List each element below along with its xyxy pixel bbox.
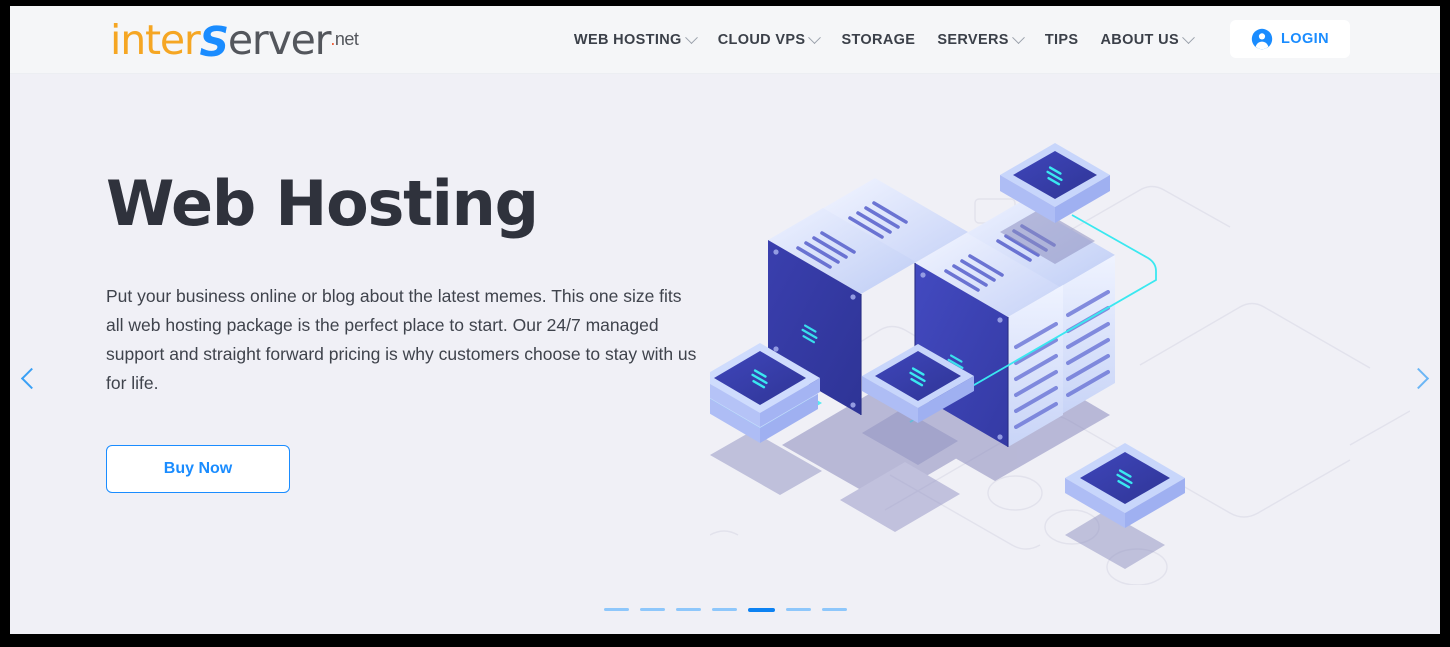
hero-description: Put your business online or blog about t…	[106, 286, 697, 394]
nav-label: SERVERS	[937, 32, 1009, 48]
carousel-dot-6[interactable]	[785, 608, 811, 611]
nav-label: ABOUT US	[1100, 32, 1179, 48]
chevron-left-icon	[20, 367, 43, 389]
chip-lower-right	[1065, 443, 1185, 569]
carousel-next-button[interactable]	[1404, 361, 1438, 395]
login-label: LOGIN	[1281, 31, 1329, 47]
nav-label: WEB HOSTING	[573, 32, 682, 48]
carousel-dot-3[interactable]	[675, 608, 701, 611]
nav-label: TIPS	[1044, 32, 1079, 48]
interserver-logo[interactable]: inter Server. net	[110, 14, 359, 66]
nav-item-web-hosting[interactable]: WEB HOSTING	[563, 26, 707, 54]
nav-item-tips[interactable]: TIPS	[1034, 26, 1090, 54]
buy-now-button[interactable]: Buy Now	[106, 445, 290, 494]
nav-item-servers[interactable]: SERVERS	[926, 26, 1034, 54]
login-button[interactable]: LOGIN	[1230, 20, 1350, 58]
page-title: Web Hosting	[106, 167, 539, 240]
chevron-right-icon	[1407, 367, 1430, 389]
nav-item-cloud-vps[interactable]: CLOUD VPS	[707, 26, 831, 54]
logo-text-net: net	[334, 28, 359, 49]
main-navigation: WEB HOSTING CLOUD VPS STORAGE SERVERS TI…	[563, 6, 1204, 74]
hero-content: Web Hosting Put your business online or …	[106, 167, 726, 494]
carousel-indicators	[10, 608, 1440, 612]
carousel-dot-4[interactable]	[711, 608, 737, 611]
nav-label: STORAGE	[841, 32, 916, 48]
chevron-down-icon	[1011, 30, 1025, 44]
carousel-dot-1[interactable]	[603, 608, 629, 611]
hero-slider: Web Hosting Put your business online or …	[10, 75, 1440, 634]
browser-viewport: inter Server. net WEB HOSTING CLOUD VPS ST…	[10, 6, 1440, 634]
site-header: inter Server. net WEB HOSTING CLOUD VPS ST…	[10, 6, 1440, 74]
logo-text-erver: erver	[227, 15, 332, 64]
nav-item-storage[interactable]: STORAGE	[830, 26, 926, 54]
screenshot-frame: inter Server. net WEB HOSTING CLOUD VPS ST…	[0, 0, 1450, 647]
nav-item-about-us[interactable]: ABOUT US	[1089, 26, 1204, 54]
carousel-prev-button[interactable]	[12, 361, 46, 395]
isometric-server-illustration	[700, 115, 1411, 586]
logo-text-s: S	[199, 17, 230, 66]
nav-label: CLOUD VPS	[717, 32, 806, 48]
chevron-down-icon	[1182, 30, 1195, 44]
carousel-dot-5[interactable]	[747, 608, 775, 612]
carousel-dot-7[interactable]	[821, 608, 847, 611]
chevron-down-icon	[684, 30, 698, 44]
chevron-down-icon	[808, 30, 822, 44]
logo-text-inter: inter	[110, 15, 201, 64]
carousel-dot-2[interactable]	[639, 608, 665, 611]
user-circle-icon	[1251, 28, 1273, 50]
